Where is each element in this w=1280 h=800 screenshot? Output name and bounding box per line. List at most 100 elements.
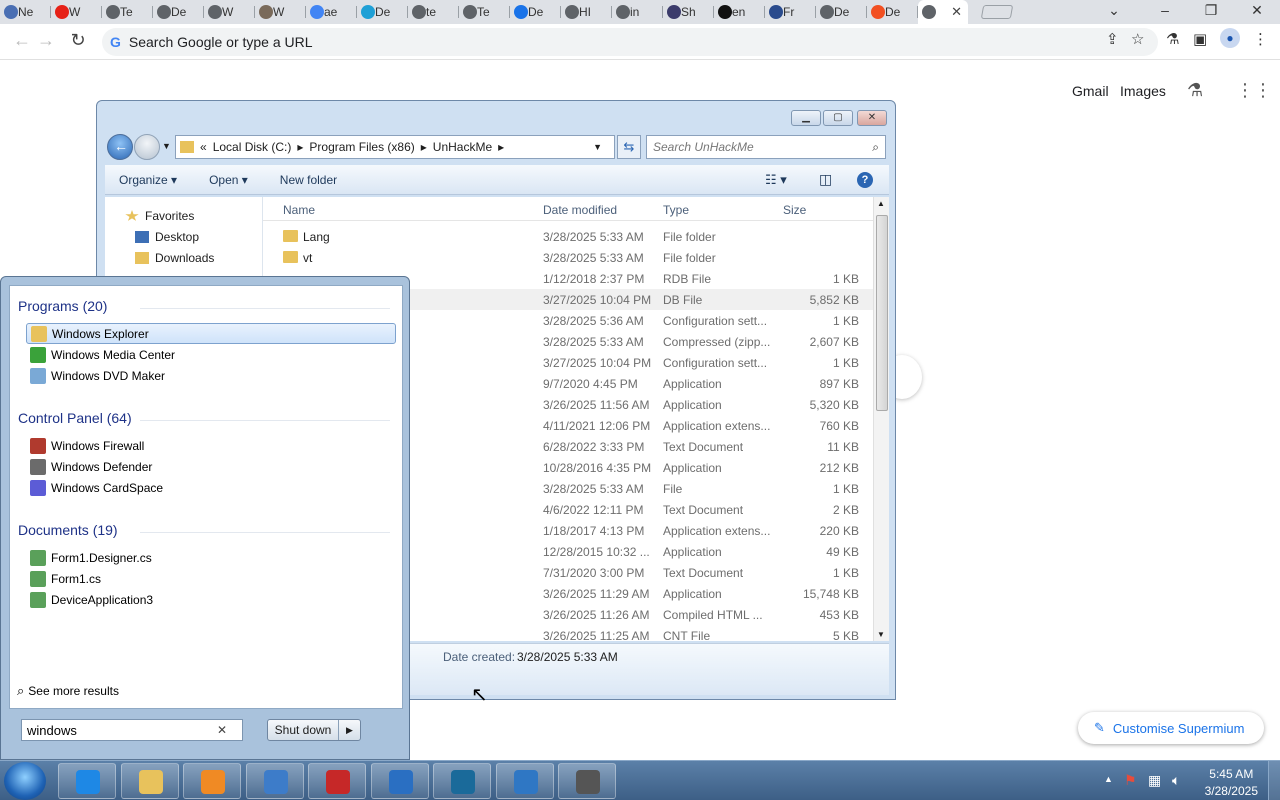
search-result-item[interactable]: Form1.Designer.cs — [26, 547, 396, 568]
restore-icon[interactable]: ❐ — [1201, 2, 1221, 19]
breadcrumb-unhackme[interactable]: UnHackMe — [433, 140, 492, 154]
new-tab-button[interactable] — [980, 5, 1014, 19]
taskbar-spy-tool-button[interactable] — [558, 763, 616, 799]
search-result-item[interactable]: Windows Firewall — [26, 435, 396, 456]
gmail-link[interactable]: Gmail — [1072, 83, 1109, 99]
file-row[interactable]: vt 3/28/2025 5:33 AM File folder — [263, 247, 873, 268]
explorer-close-button[interactable]: ✕ — [857, 110, 887, 126]
recent-pages-chevron-icon[interactable]: ▼ — [162, 141, 171, 151]
browser-tab[interactable]: in — [612, 0, 663, 24]
breadcrumb-program-files[interactable]: Program Files (x86) — [309, 140, 414, 154]
forward-icon[interactable]: → — [34, 30, 58, 51]
browser-tab[interactable]: en — [714, 0, 765, 24]
close-icon[interactable]: ✕ — [1247, 2, 1267, 19]
browser-tab[interactable]: te — [408, 0, 459, 24]
browser-tab[interactable]: Fr — [765, 0, 816, 24]
explorer-search-box[interactable]: Search UnHackMe ⌕ — [646, 135, 886, 159]
explorer-back-button[interactable]: ← — [107, 134, 133, 160]
help-icon[interactable]: ? — [857, 171, 873, 188]
taskbar-media-player-button[interactable] — [183, 763, 241, 799]
search-result-item[interactable]: Windows Defender — [26, 456, 396, 477]
taskbar-remote-desktop-button[interactable] — [245, 763, 304, 799]
omnibox[interactable]: G — [102, 28, 1158, 56]
address-dropdown-icon[interactable]: ▼ — [593, 142, 602, 152]
share-icon[interactable]: ⇪ — [1106, 30, 1119, 48]
shutdown-button[interactable]: Shut down ▶ — [267, 719, 361, 741]
nav-downloads[interactable]: Downloads — [135, 251, 214, 265]
explorer-maximize-button[interactable]: ▢ — [823, 110, 853, 126]
result-group-title[interactable]: Control Panel (64) — [18, 410, 132, 426]
side-panel-icon[interactable]: ▣ — [1193, 30, 1207, 48]
search-result-item[interactable]: Windows Media Center — [26, 344, 396, 365]
start-orb[interactable] — [4, 762, 46, 800]
images-link[interactable]: Images — [1120, 83, 1166, 99]
tab-search-icon[interactable]: ⌄ — [1104, 2, 1124, 19]
browser-tab[interactable]: ae — [306, 0, 357, 24]
scroll-thumb[interactable] — [876, 215, 888, 411]
start-search-input[interactable] — [27, 722, 217, 738]
browser-tab[interactable]: W — [51, 0, 102, 24]
search-result-item[interactable]: Windows DVD Maker — [26, 365, 396, 386]
reload-icon[interactable]: ↻ — [66, 30, 90, 51]
col-size[interactable]: Size — [783, 203, 806, 217]
active-tab[interactable]: ✕ — [918, 0, 968, 24]
breadcrumb-arrow[interactable]: ▸ — [498, 140, 504, 154]
browser-tab[interactable]: Te — [459, 0, 510, 24]
tray-expand-icon[interactable]: ▲ — [1104, 774, 1113, 784]
result-group-title[interactable]: Programs (20) — [18, 298, 107, 314]
new-folder-button[interactable]: New folder — [280, 173, 337, 187]
browser-tab[interactable]: De — [867, 0, 918, 24]
search-result-item[interactable]: Windows CardSpace — [26, 477, 396, 498]
nav-favorites[interactable]: Favorites — [125, 209, 194, 223]
taskbar-toolbox-button[interactable] — [308, 763, 366, 799]
volume-icon[interactable]: 🔈︎ — [1172, 772, 1180, 789]
result-group-title[interactable]: Documents (19) — [18, 522, 118, 538]
open-button[interactable]: Open ▾ — [209, 173, 248, 187]
taskbar-ie-button[interactable] — [58, 763, 116, 799]
start-search-box[interactable]: ✕ — [21, 719, 243, 741]
show-desktop-button[interactable] — [1268, 761, 1280, 800]
explorer-minimize-button[interactable]: ▁ — [791, 110, 821, 126]
file-row[interactable]: Lang 3/28/2025 5:33 AM File folder — [263, 226, 873, 247]
organize-button[interactable]: Organize ▾ — [119, 173, 177, 187]
scroll-up-icon[interactable]: ▲ — [877, 199, 885, 208]
labs-icon[interactable]: ⚗ — [1166, 30, 1179, 48]
taskbar-device-button[interactable] — [495, 763, 554, 799]
search-result-item[interactable]: Form1.cs — [26, 568, 396, 589]
breadcrumb-local-disk[interactable]: Local Disk (C:) — [213, 140, 292, 154]
explorer-forward-button[interactable] — [134, 134, 160, 160]
view-options-icon[interactable]: ☷ ▾ — [765, 172, 787, 188]
breadcrumb-arrow[interactable]: ▸ — [297, 140, 303, 154]
search-icon[interactable]: ⌕ — [872, 140, 879, 155]
taskbar-network-globe-button[interactable] — [433, 763, 491, 799]
nav-desktop[interactable]: Desktop — [135, 230, 199, 244]
taskbar-control-panel-button[interactable] — [370, 763, 429, 799]
browser-tab[interactable]: De — [153, 0, 204, 24]
shutdown-options-icon[interactable]: ▶ — [338, 720, 360, 740]
breadcrumb-arrow[interactable]: ▸ — [421, 140, 427, 154]
profile-avatar[interactable]: ● — [1220, 28, 1240, 48]
see-more-results-link[interactable]: ⌕ See more results — [17, 683, 119, 699]
browser-tab[interactable]: De — [816, 0, 867, 24]
network-icon[interactable]: ▦ — [1148, 772, 1161, 789]
browser-tab[interactable]: De — [510, 0, 561, 24]
apps-grid-icon[interactable]: ⋮⋮ — [1236, 80, 1272, 101]
omnibox-input[interactable] — [128, 34, 1029, 50]
search-result-item[interactable]: DeviceApplication3 — [26, 589, 396, 610]
clear-search-icon[interactable]: ✕ — [217, 723, 227, 737]
col-type[interactable]: Type — [663, 203, 689, 217]
col-date-modified[interactable]: Date modified — [543, 203, 617, 217]
file-list-scrollbar[interactable]: ▲ ▼ — [873, 197, 889, 641]
browser-tab[interactable]: W — [255, 0, 306, 24]
browser-tab[interactable]: De — [357, 0, 408, 24]
scroll-down-icon[interactable]: ▼ — [877, 630, 885, 639]
action-center-icon[interactable]: ⚑ — [1124, 772, 1137, 789]
browser-tab[interactable]: Te — [102, 0, 153, 24]
refresh-icon[interactable]: ⇆ — [617, 135, 641, 159]
browser-tab[interactable]: Ne — [0, 0, 51, 24]
clock[interactable]: 5:45 AM 3/28/2025 — [1205, 766, 1258, 800]
tab-close-icon[interactable]: ✕ — [951, 4, 962, 20]
labs-flask-icon[interactable]: ⚗ — [1187, 80, 1203, 101]
browser-tab[interactable]: HI — [561, 0, 612, 24]
menu-dots-icon[interactable]: ⋮ — [1253, 30, 1268, 48]
